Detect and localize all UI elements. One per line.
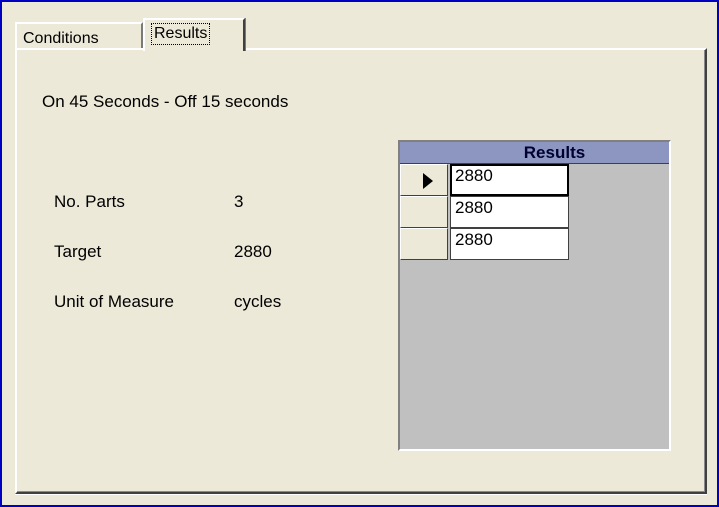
no-parts-label: No. Parts [54, 192, 125, 211]
table-row[interactable]: 2880 [400, 228, 669, 260]
target-value: 2880 [234, 242, 272, 261]
current-row-arrow-icon [423, 173, 433, 189]
panel-edge [15, 494, 707, 495]
row-selector[interactable] [400, 196, 448, 228]
target-label: Target [54, 242, 102, 261]
unit-of-measure-label: Unit of Measure [54, 292, 174, 311]
results-cell[interactable]: 2880 [450, 228, 569, 260]
tab-conditions[interactable]: Conditions [15, 22, 143, 48]
results-grid[interactable]: Results 2880 2880 2880 [398, 140, 671, 451]
no-parts-value: 3 [234, 192, 244, 211]
row-selector[interactable] [400, 228, 448, 260]
table-row[interactable]: 2880 [400, 196, 669, 228]
condition-description: On 45 Seconds - Off 15 seconds [42, 92, 289, 111]
results-cell[interactable]: 2880 [450, 196, 569, 228]
window-frame: Conditions Results On 45 Seconds - Off 1… [0, 0, 719, 507]
table-row[interactable]: 2880 [400, 164, 669, 196]
results-grid-header: Results [400, 142, 669, 164]
unit-of-measure-value: cycles [234, 292, 282, 311]
tab-results[interactable]: Results [143, 18, 245, 51]
row-selector[interactable] [400, 164, 448, 196]
tab-results-label: Results [151, 23, 211, 45]
results-cell[interactable]: 2880 [450, 164, 569, 196]
